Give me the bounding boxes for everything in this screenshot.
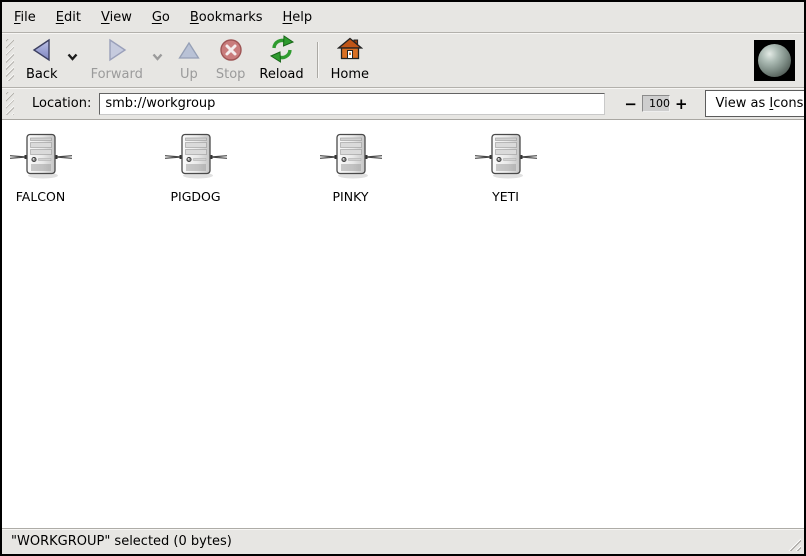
window-resize-grip[interactable] [784,534,801,551]
location-bar: Location: − 100 + View as Icons [2,88,804,120]
server-label: PIGDOG [170,189,220,204]
server-item-yeti[interactable]: YETI [428,130,583,204]
status-text: "WORKGROUP" selected (0 bytes) [11,534,232,549]
home-icon [337,37,363,67]
network-server-icon [165,130,227,186]
toolbar-drag-handle[interactable] [6,39,14,81]
file-manager-window: File Edit View Go Bookmarks Help Back [0,0,806,556]
menu-help[interactable]: Help [273,4,323,31]
zoom-out-button[interactable]: − [619,95,642,113]
back-button[interactable]: Back [19,35,65,85]
status-bar: "WORKGROUP" selected (0 bytes) [2,528,804,554]
location-label: Location: [32,96,91,111]
reload-button[interactable]: Reload [252,35,310,85]
up-button[interactable]: Up [169,35,209,85]
stop-button[interactable]: Stop [209,35,253,85]
chevron-down-icon [67,46,78,65]
server-item-falcon[interactable]: FALCON [2,130,118,204]
view-mode-value: View as Icons [706,96,806,111]
server-label: PINKY [333,189,369,204]
reload-icon [268,35,296,67]
icon-row: FALCON [2,130,583,204]
toolbar-separator [317,42,318,78]
server-label: YETI [492,189,519,204]
forward-icon [104,37,130,67]
back-history-dropdown[interactable] [65,44,80,67]
server-label: FALCON [16,189,65,204]
menu-file[interactable]: File [4,4,46,31]
menu-go[interactable]: Go [142,4,180,31]
chevron-down-icon [152,46,163,65]
menu-bookmarks[interactable]: Bookmarks [180,4,273,31]
menu-view[interactable]: View [91,4,142,31]
network-server-icon [10,130,72,186]
server-item-pigdog[interactable]: PIGDOG [118,130,273,204]
forward-button[interactable]: Forward [84,35,150,85]
stop-icon [218,37,244,67]
location-bar-drag-handle[interactable] [6,92,14,115]
throbber-sphere-icon [758,44,791,77]
icon-view-pane[interactable]: FALCON [2,120,804,528]
zoom-in-button[interactable]: + [670,95,693,113]
location-input[interactable] [99,93,605,115]
up-icon [176,37,202,67]
menu-edit[interactable]: Edit [46,4,91,31]
menu-bar: File Edit View Go Bookmarks Help [2,2,804,33]
back-icon [29,37,55,67]
zoom-level-indicator: 100 [642,95,670,112]
view-mode-select[interactable]: View as Icons [705,90,806,117]
network-server-icon [475,130,537,186]
throbber [754,40,795,81]
forward-history-dropdown[interactable] [150,44,165,67]
server-item-pinky[interactable]: PINKY [273,130,428,204]
network-server-icon [320,130,382,186]
toolbar: Back Forward U [2,33,804,88]
home-button[interactable]: Home [324,35,376,85]
